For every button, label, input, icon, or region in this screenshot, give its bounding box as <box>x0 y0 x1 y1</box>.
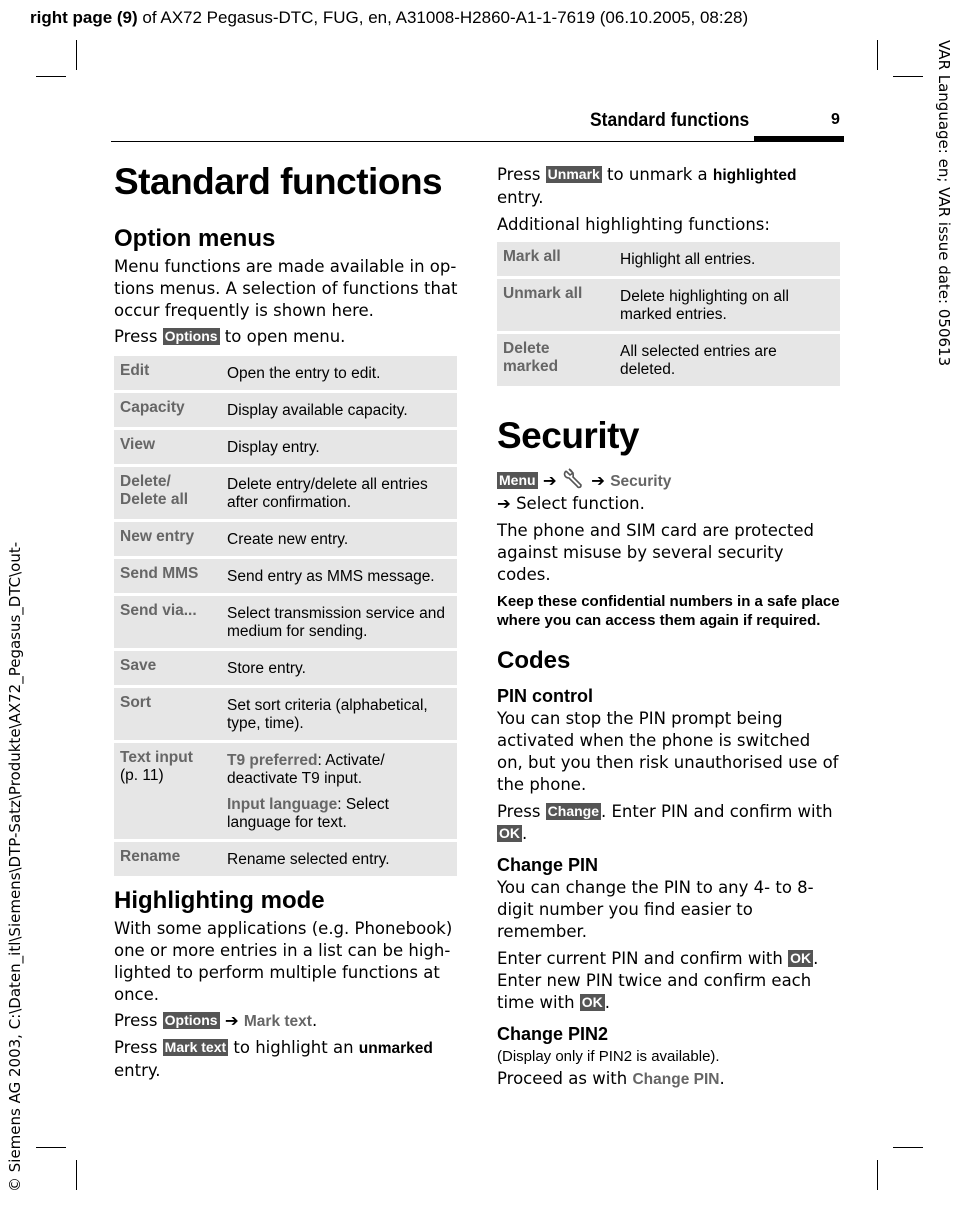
table-row: Delete marked All selected entries are de… <box>497 334 840 386</box>
arrow-icon: ➔ <box>542 471 557 490</box>
ok-softkey: OK <box>579 994 605 1011</box>
running-header: Standard functions <box>590 110 750 131</box>
pin-control-press: Press Change. Enter PIN and confirm with… <box>497 802 833 843</box>
select-function: ➔ Select function. <box>497 494 645 513</box>
security-title: Security <box>497 415 640 456</box>
table-row: Edit Open the entry to edit. <box>114 356 457 390</box>
header-bar <box>754 136 844 141</box>
change-pin-heading: Change PIN <box>497 855 599 875</box>
pin-control-heading: PIN control <box>497 686 594 706</box>
ok-softkey: OK <box>497 825 522 842</box>
left-column: Standard functions Option menus Menu fun… <box>114 160 458 1082</box>
table-row: Capacity Display available capacity. <box>114 393 457 427</box>
change-pin2-note: (Display only if PIN2 is available). <box>497 1048 720 1065</box>
additional-text: Additional highlighting functions: <box>497 215 770 234</box>
pin-control-text: You can stop the PIN prompt being activa… <box>497 709 839 794</box>
page-number: 9 <box>831 111 840 128</box>
side-note-right: VAR Language: en; VAR issue date: 050613 <box>935 40 953 367</box>
page-title: Standard functions <box>114 161 443 202</box>
crop-mark <box>893 1147 923 1148</box>
print-info: right page (9) of AX72 Pegasus-DTC, FUG,… <box>30 8 749 27</box>
crop-mark <box>877 40 878 70</box>
highlighting-press-options: Press Options ➔ Mark text. <box>114 1011 318 1030</box>
codes-heading: Codes <box>497 647 571 674</box>
option-menus-intro: Menu functions are made available in op­… <box>114 257 458 320</box>
table-row: Send MMS Send entry as MMS message. <box>114 559 457 593</box>
highlighting-press-mark: Press Mark text to highlight an unmarked… <box>114 1038 433 1080</box>
table-row: Save Store entry. <box>114 651 457 685</box>
change-softkey: Change <box>545 803 602 820</box>
table-row: Sort Set sort criteria (alphabetical, typ… <box>114 688 457 740</box>
table-row: Delete/ Delete all Delete entry/delete al… <box>114 467 457 519</box>
option-menus-press: Press Options to open menu. <box>114 327 346 346</box>
change-pin2-heading: Change PIN2 <box>497 1024 609 1044</box>
mark-text-softkey: Mark text <box>162 1039 229 1056</box>
arrow-icon: ➔ <box>224 1011 239 1030</box>
table-row: View Display entry. <box>114 430 457 464</box>
crop-mark <box>877 1160 878 1190</box>
security-warning: Keep these confidential numbers in a saf… <box>497 593 840 629</box>
table-row: Unmark all Delete highlighting on all mar… <box>497 279 840 331</box>
unmark-text: Press Unmark to unmark a highlighted ent… <box>497 165 797 207</box>
highlighting-heading: Highlighting mode <box>114 887 325 914</box>
crop-mark <box>36 76 66 77</box>
change-pin-text: You can change the PIN to any 4- to 8-di… <box>497 878 814 941</box>
highlight-table: Mark all Highlight all entries. Unmark al… <box>497 242 840 386</box>
table-row: Rename Rename selected entry. <box>114 842 457 876</box>
document-page: right page (9) of AX72 Pegasus-DTC, FUG,… <box>0 0 954 1224</box>
table-row: Send via... Select transmission service a… <box>114 596 457 648</box>
unmark-softkey: Unmark <box>545 166 602 183</box>
highlighting-intro: With some applications (e.g. Phonebook) … <box>114 919 453 1004</box>
side-note-left: © Siemens AG 2003, C:\Daten_itl\Siemens\… <box>6 541 24 1192</box>
crop-mark <box>76 40 77 70</box>
security-menu-path: Menu ➔ ➔ Security <box>497 468 672 490</box>
crop-mark <box>893 76 923 77</box>
security-intro: The phone and SIM card are protected aga… <box>497 521 815 584</box>
wrench-icon <box>562 468 586 490</box>
table-row: Text input (p. 11) T9 preferred: Activate… <box>114 743 457 839</box>
menu-softkey: Menu <box>497 472 538 489</box>
table-row: Mark all Highlight all entries. <box>497 242 840 276</box>
crop-mark <box>36 1147 66 1148</box>
option-table: Edit Open the entry to edit. Capacity Disp… <box>114 356 457 876</box>
change-pin2-text: Proceed as with Change PIN. <box>497 1069 725 1088</box>
option-menus-heading: Option menus <box>114 225 276 252</box>
options-softkey: Options <box>162 328 220 345</box>
crop-mark <box>76 1160 77 1190</box>
options-softkey: Options <box>162 1012 220 1029</box>
table-row: New entry Create new entry. <box>114 522 457 556</box>
change-pin-steps: Enter current PIN and confirm with OK. E… <box>497 949 819 1012</box>
right-column: Press Unmark to unmark a highlighted ent… <box>497 164 841 1091</box>
header-rule <box>111 141 844 142</box>
ok-softkey: OK <box>788 950 814 967</box>
